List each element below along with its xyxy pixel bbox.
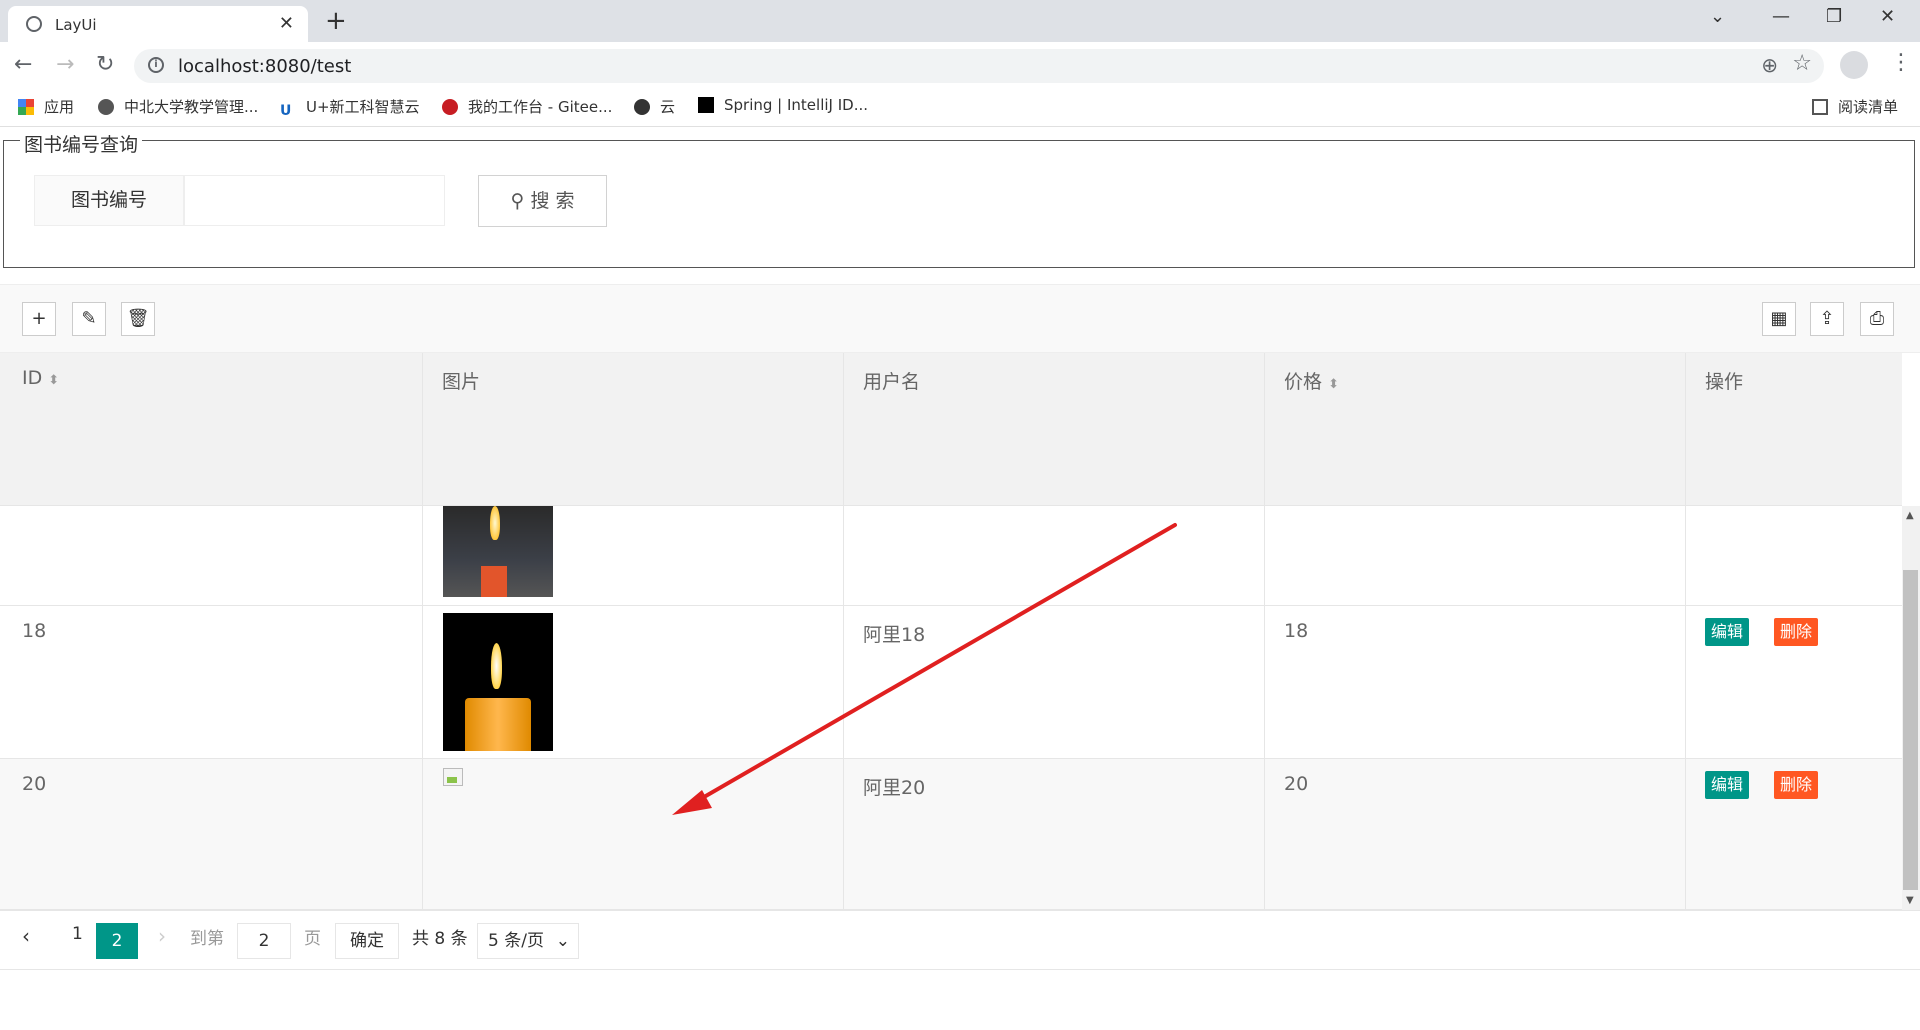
page-unit-label: 页 [304,929,321,949]
page-size-value: 5 条/页 [488,931,544,951]
page-size-select[interactable]: 5 条/页 ⌄ [477,923,579,959]
pagination: ‹ 1 2 › 到第 2 页 确定 共 8 条 5 条/页 ⌄ [0,910,1920,970]
page-1-link[interactable]: 1 [72,924,83,944]
prev-page-icon[interactable]: ‹ [22,924,30,948]
next-page-icon[interactable]: › [158,924,166,948]
total-count: 共 8 条 [412,929,468,949]
goto-label: 到第 [190,929,224,949]
chevron-down-icon: ⌄ [555,931,570,951]
current-page[interactable]: 2 [96,923,138,959]
goto-page-input[interactable]: 2 [237,923,291,959]
goto-confirm-button[interactable]: 确定 [335,923,399,959]
annotation-arrow [672,523,1177,815]
